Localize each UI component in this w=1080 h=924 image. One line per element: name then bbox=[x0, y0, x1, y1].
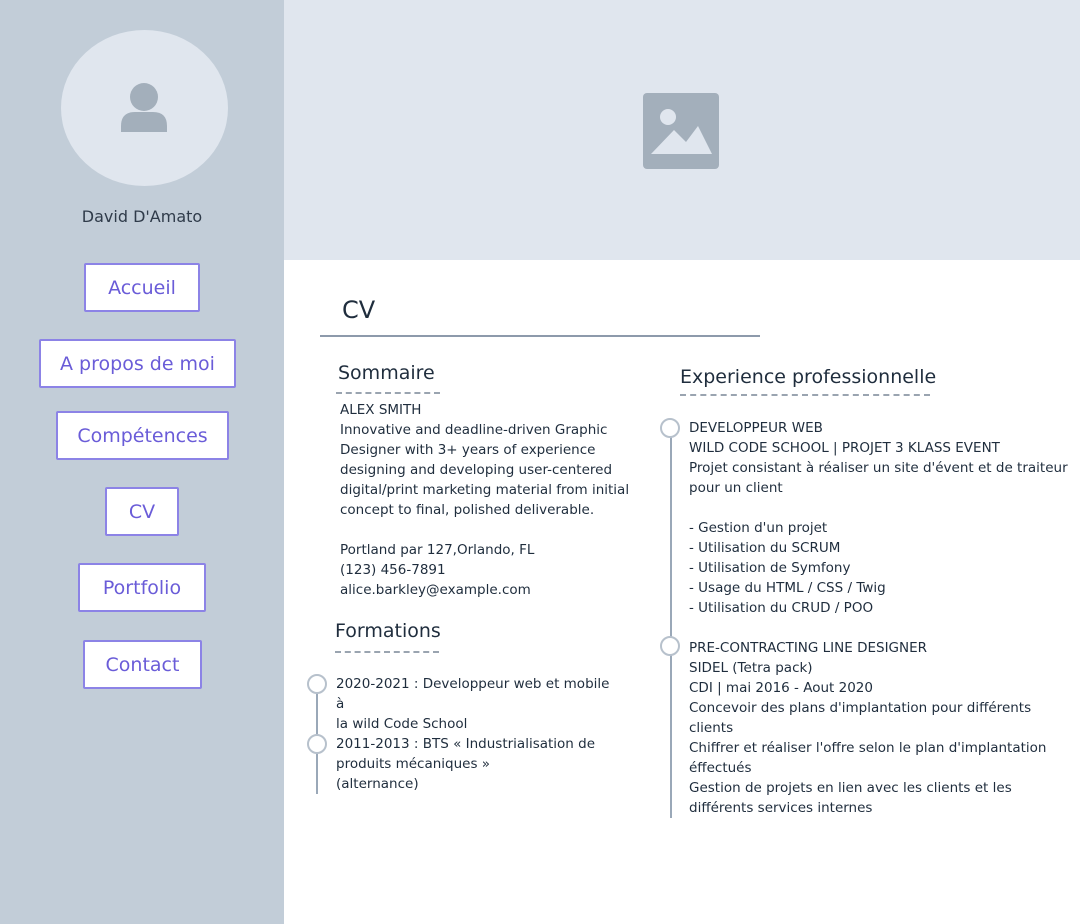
education-underline bbox=[335, 651, 439, 653]
image-placeholder-icon bbox=[643, 93, 719, 169]
timeline-dot bbox=[660, 418, 680, 438]
experience-line: pour un client bbox=[689, 480, 783, 496]
title-divider bbox=[320, 335, 760, 337]
experience-title: Experience professionnelle bbox=[680, 366, 937, 388]
experience-line: - Gestion d'un projet bbox=[689, 520, 828, 536]
sidebar: David D'Amato Accueil A propos de moi Co… bbox=[0, 0, 284, 924]
avatar bbox=[61, 30, 228, 186]
education-item: 2020-2021 : Developpeur web et mobile à … bbox=[336, 674, 616, 734]
experience-line: Projet consistant à réaliser un site d'é… bbox=[689, 460, 1068, 476]
summary-email: alice.barkley@example.com bbox=[340, 582, 531, 598]
experience-line: DEVELOPPEUR WEB bbox=[689, 420, 823, 436]
summary-line: Innovative and deadline-driven Graphic bbox=[340, 422, 608, 438]
experience-line: - Utilisation de Symfony bbox=[689, 560, 851, 576]
summary-line: designing and developing user-centered bbox=[340, 462, 613, 478]
experience-line: CDI | mai 2016 - Aout 2020 bbox=[689, 680, 873, 696]
summary-line: digital/print marketing material from in… bbox=[340, 482, 630, 498]
nav-portfolio-button[interactable]: Portfolio bbox=[78, 563, 206, 612]
summary-title: Sommaire bbox=[338, 362, 435, 384]
experience-line: WILD CODE SCHOOL | PROJET 3 KLASS EVENT bbox=[689, 440, 1000, 456]
education-line: la wild Code School bbox=[336, 716, 468, 732]
experience-item: PRE-CONTRACTING LINE DESIGNER SIDEL (Tet… bbox=[689, 638, 1069, 818]
experience-line: PRE-CONTRACTING LINE DESIGNER bbox=[689, 640, 928, 656]
experience-item: DEVELOPPEUR WEB WILD CODE SCHOOL | PROJE… bbox=[689, 418, 1069, 618]
education-line: produits mécaniques » bbox=[336, 756, 491, 772]
summary-name: ALEX SMITH bbox=[340, 402, 422, 418]
nav-competences-button[interactable]: Compétences bbox=[56, 411, 229, 460]
summary-line: Designer with 3+ years of experience bbox=[340, 442, 596, 458]
summary-phone: (123) 456-7891 bbox=[340, 562, 446, 578]
education-line: 2011-2013 : BTS « Industrialisation de bbox=[336, 736, 596, 752]
experience-line: Gestion de projets en lien avec les clie… bbox=[689, 780, 1012, 796]
experience-line: SIDEL (Tetra pack) bbox=[689, 660, 813, 676]
education-item: 2011-2013 : BTS « Industrialisation de p… bbox=[336, 734, 616, 794]
summary-underline bbox=[336, 392, 440, 394]
experience-line: Chiffrer et réaliser l'offre selon le pl… bbox=[689, 740, 1047, 756]
education-title: Formations bbox=[335, 620, 441, 642]
summary-block: ALEX SMITH Innovative and deadline-drive… bbox=[340, 400, 630, 600]
nav-a-propos-button[interactable]: A propos de moi bbox=[39, 339, 236, 388]
nav-contact-button[interactable]: Contact bbox=[83, 640, 202, 689]
experience-line: différents services internes bbox=[689, 800, 873, 816]
experience-timeline-line bbox=[670, 428, 672, 818]
experience-line: clients bbox=[689, 720, 734, 736]
user-name: David D'Amato bbox=[81, 207, 203, 226]
experience-line: - Utilisation du SCRUM bbox=[689, 540, 841, 556]
nav-cv-button[interactable]: CV bbox=[105, 487, 179, 536]
experience-line: - Utilisation du CRUD / POO bbox=[689, 600, 874, 616]
experience-underline bbox=[680, 394, 930, 396]
experience-line bbox=[689, 498, 1069, 518]
hero-banner bbox=[284, 0, 1080, 260]
timeline-dot bbox=[660, 636, 680, 656]
experience-line: éffectués bbox=[689, 760, 752, 776]
page-title: CV bbox=[342, 296, 376, 324]
education-line: (alternance) bbox=[336, 776, 419, 792]
timeline-dot bbox=[307, 674, 327, 694]
summary-address: Portland par 127,Orlando, FL bbox=[340, 542, 535, 558]
user-icon bbox=[121, 83, 167, 132]
nav-accueil-button[interactable]: Accueil bbox=[84, 263, 200, 312]
experience-line: Concevoir des plans d'implantation pour … bbox=[689, 700, 1032, 716]
education-line: 2020-2021 : Developpeur web et mobile à bbox=[336, 676, 610, 712]
experience-line: - Usage du HTML / CSS / Twig bbox=[689, 580, 886, 596]
timeline-dot bbox=[307, 734, 327, 754]
summary-line: concept to final, polished deliverable. bbox=[340, 502, 595, 518]
